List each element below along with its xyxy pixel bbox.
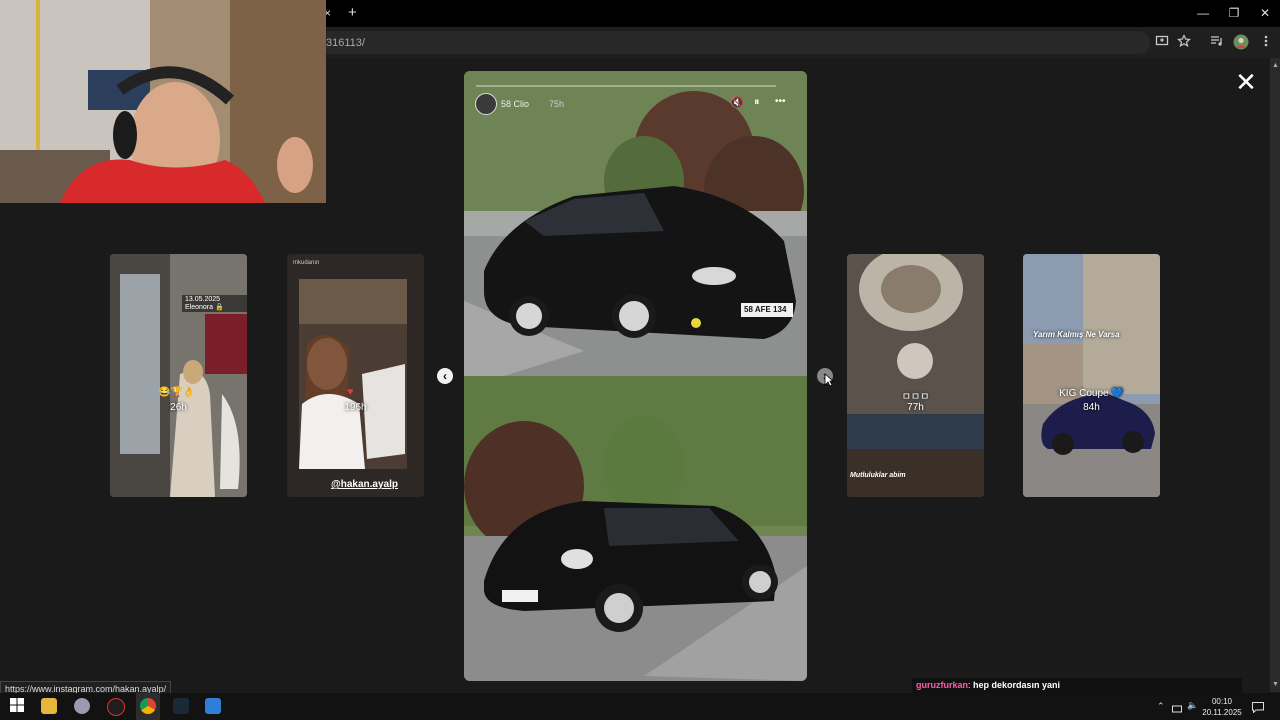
story-username[interactable]: 58 Clio	[501, 99, 529, 109]
pause-icon[interactable]: ⏸	[754, 96, 760, 109]
story-caption: Yarım Kalmış Ne Varsa	[1033, 330, 1120, 339]
story-time: 196h	[344, 402, 367, 413]
scrollbar[interactable]: ▲ ▼	[1270, 58, 1280, 692]
license-plate: 58 AFE 134	[744, 305, 787, 314]
chat-message: hep dekordasın yani	[973, 680, 1061, 690]
network-icon[interactable]	[1172, 701, 1182, 713]
story-card[interactable]: ㅁㅁㅁ 77h Mutluluklar abim	[847, 254, 984, 497]
story-card[interactable]: 13.05.2025 Eleonora 🔒 😂🏆👌 26h	[110, 254, 247, 497]
story-time: 84h	[1083, 402, 1100, 413]
story-time: 26h	[170, 402, 187, 413]
file-explorer-icon[interactable]	[41, 698, 57, 714]
story-avatar[interactable]	[475, 93, 497, 115]
steam-icon[interactable]	[74, 698, 90, 714]
media-controls-icon[interactable]	[1209, 34, 1225, 50]
story-photo-bottom	[464, 376, 807, 681]
story-user-tag: mkudanın	[293, 260, 320, 266]
steam-client-icon[interactable]	[173, 698, 189, 714]
volume-icon[interactable]: 🔈	[1187, 700, 1198, 711]
address-bar-url: 316113/	[326, 37, 365, 49]
address-bar[interactable]	[300, 31, 1150, 54]
menu-icon[interactable]	[1258, 34, 1274, 50]
mouse-cursor-icon	[824, 373, 835, 387]
clock-time: 00:10	[1211, 697, 1233, 706]
mention-sticker[interactable]: @hakan.ayalp	[331, 479, 398, 490]
story-caption: 13.05.2025 Eleonora 🔒	[182, 295, 247, 312]
story-photo-top: 58 AFE 134	[464, 71, 807, 376]
taskbar	[0, 693, 1280, 720]
restore-button[interactable]: ❐	[1220, 4, 1248, 22]
mute-icon[interactable]: 🔇	[730, 96, 744, 109]
app-icon[interactable]	[205, 698, 221, 714]
profile-avatar-icon[interactable]	[1233, 34, 1249, 50]
story-time: 75h	[549, 99, 565, 109]
story-caption: Mutluluklar abim	[850, 472, 906, 479]
story-name: ㅁㅁㅁ	[901, 392, 930, 403]
clock-date: 20.11.2025	[1202, 708, 1242, 717]
install-icon[interactable]	[1154, 34, 1170, 50]
clock[interactable]: 00:10 20.11.2025	[1200, 696, 1244, 718]
emoji-sticker: 😂🏆👌	[158, 387, 196, 398]
story-progress-bar	[476, 85, 776, 87]
story-time: 77h	[907, 402, 924, 413]
heart-icon: ♥	[347, 386, 354, 398]
chat-username: guruzfurkan	[916, 680, 969, 690]
bookmark-star-icon[interactable]	[1176, 34, 1192, 50]
windows-start-icon[interactable]	[9, 698, 25, 714]
chrome-icon[interactable]	[140, 698, 156, 714]
story-card[interactable]: Yarım Kalmış Ne Varsa KIG Coupe 💙 84h	[1023, 254, 1160, 497]
tray-chevron-icon[interactable]: ⌃	[1157, 701, 1165, 712]
webcam-overlay	[0, 0, 326, 203]
more-options-icon[interactable]: •••	[775, 96, 786, 107]
close-viewer-button[interactable]: ✕	[1234, 69, 1258, 95]
active-story[interactable]: 58 AFE 134 58 Clio 75h 🔇 ⏸ •••	[464, 71, 807, 681]
notification-icon[interactable]	[1252, 700, 1264, 714]
story-name: KIG Coupe 💙	[1059, 388, 1124, 399]
obs-icon[interactable]	[107, 698, 125, 716]
window-close-button[interactable]: ✕	[1251, 4, 1279, 22]
minimize-button[interactable]: —	[1189, 4, 1217, 22]
new-tab-button[interactable]: +	[348, 4, 357, 21]
previous-story-button[interactable]: ‹	[437, 368, 453, 384]
story-card[interactable]: mkudanın ♥ 196h @hakan.ayalp	[287, 254, 424, 497]
stream-chat-message: guruzfurkan: hep dekordasın yani	[912, 678, 1242, 693]
